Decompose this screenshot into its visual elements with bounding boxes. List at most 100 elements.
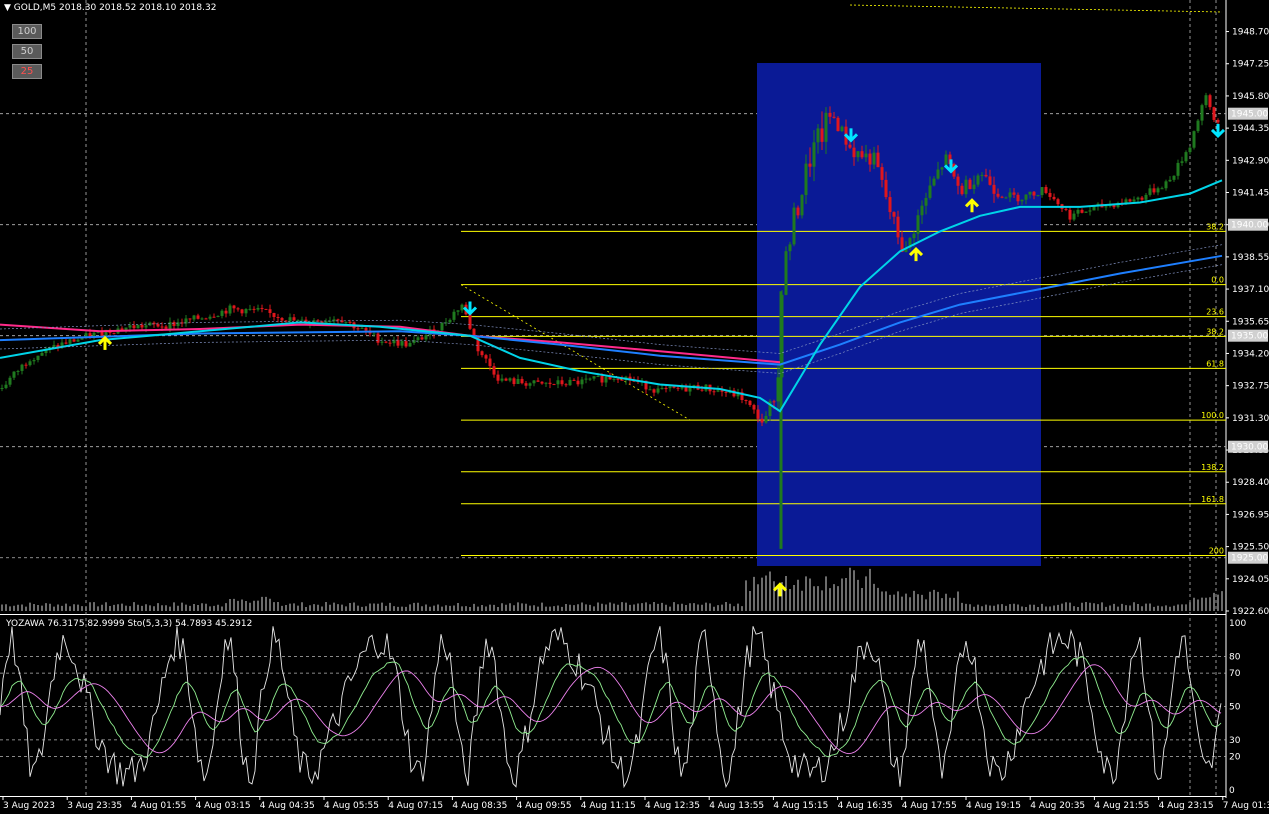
candle-body [68,339,72,344]
candle-body [800,195,804,216]
indicator-level-label: 70 [1229,669,1241,679]
fib-level-label: 100.0 [1201,411,1224,420]
candle-body [896,216,900,238]
candle-body [1132,199,1136,202]
candle-body [1136,197,1140,200]
y-tick-label: 1932.75 [1232,382,1269,392]
x-tick-label: 4 Aug 08:35 [452,801,507,811]
candle-body [360,327,364,329]
candle-body [776,377,780,402]
candle-body [468,314,472,329]
candle-body [784,251,788,295]
candle-body [936,169,940,179]
y-tick-label: 1928.40 [1232,478,1269,488]
zoom-button-100[interactable]: 100 [12,24,42,39]
candle-body [524,383,528,386]
candle-body [344,321,348,323]
x-tick-label: 4 Aug 04:35 [260,801,315,811]
candle-body [868,153,872,165]
candle-body [1036,195,1040,197]
price-tag-label: 1945.00 [1231,110,1268,120]
candle-body [300,319,304,321]
candle-body [24,364,28,366]
candle-body [400,341,404,346]
candle-body [976,175,980,185]
candle-body [656,388,660,393]
candle-body [364,327,368,331]
candle-body [1176,162,1180,176]
candle-body [1188,147,1192,153]
candle-body [716,390,720,392]
candle-body [1216,119,1220,123]
candle-body [600,375,604,383]
candle-body [796,207,800,216]
candle-body [548,382,552,385]
candle-body [520,378,524,384]
candle-body [264,308,268,310]
price-tag-label: 1935.00 [1231,332,1268,342]
fib-level-label: 138.2 [1201,463,1224,472]
indicator-level-label: 0 [1229,786,1235,796]
candle-body [1028,191,1032,195]
x-tick-label: 4 Aug 05:55 [324,801,379,811]
candle-body [220,310,224,316]
candle-body [1200,105,1204,121]
candle-body [584,378,588,380]
candle-body [856,151,860,158]
candle-body [1072,213,1076,220]
x-tick-label: 4 Aug 15:15 [773,801,828,811]
fib-level-label: 0.0 [1211,276,1224,285]
candle-body [416,337,420,341]
candle-body [992,184,996,194]
x-tick-label: 7 Aug 01:35 [1223,801,1269,811]
fib-level-label-upper: 38.2 [1206,222,1224,231]
candle-body [592,376,596,379]
candle-body [144,325,148,328]
candle-body [820,128,824,142]
candle-body [876,152,880,168]
candle-body [192,315,196,320]
candle-body [372,333,376,335]
candle-body [288,317,292,322]
candle-body [36,355,40,361]
candle-body [772,401,776,403]
candle-body [1128,199,1132,202]
y-tick-label: 1931.30 [1232,414,1269,424]
candle-body [128,325,132,328]
candle-body [544,382,548,384]
x-tick-label: 4 Aug 09:55 [517,801,572,811]
x-tick-label: 3 Aug 23:35 [67,801,122,811]
y-tick-label: 1925.50 [1232,543,1269,553]
candle-body [380,341,384,343]
candle-body [1056,199,1060,205]
candle-body [512,378,516,385]
x-tick-label: 4 Aug 19:15 [966,801,1021,811]
zoom-button-50[interactable]: 50 [12,44,42,59]
candle-body [388,342,392,344]
candle-body [356,328,360,330]
price-chart[interactable]: 0.023.638.261.8100.0138.2161.820038.2 19… [0,0,1269,814]
candle-body [1040,187,1044,196]
candle-body [980,174,984,176]
candle-body [824,112,828,142]
candle-body [968,179,972,190]
candle-body [348,321,352,323]
highlight-box [757,63,1041,566]
candle-body [492,366,496,375]
candle-body [208,316,212,319]
candle-body [1212,107,1216,120]
candle-body [200,318,204,320]
candle-body [1148,188,1152,195]
candle-body [1104,206,1108,208]
candle-body [1208,95,1212,108]
candle-body [764,415,768,423]
candle-body [112,332,116,334]
zoom-button-25[interactable]: 25 [12,64,42,79]
fib-level-label: 161.8 [1201,495,1224,504]
candle-body [972,184,976,190]
y-tick-label: 1942.90 [1232,156,1269,166]
candle-body [212,316,216,318]
candle-body [1204,95,1208,106]
candle-body [884,179,888,198]
candle-body [880,167,884,180]
